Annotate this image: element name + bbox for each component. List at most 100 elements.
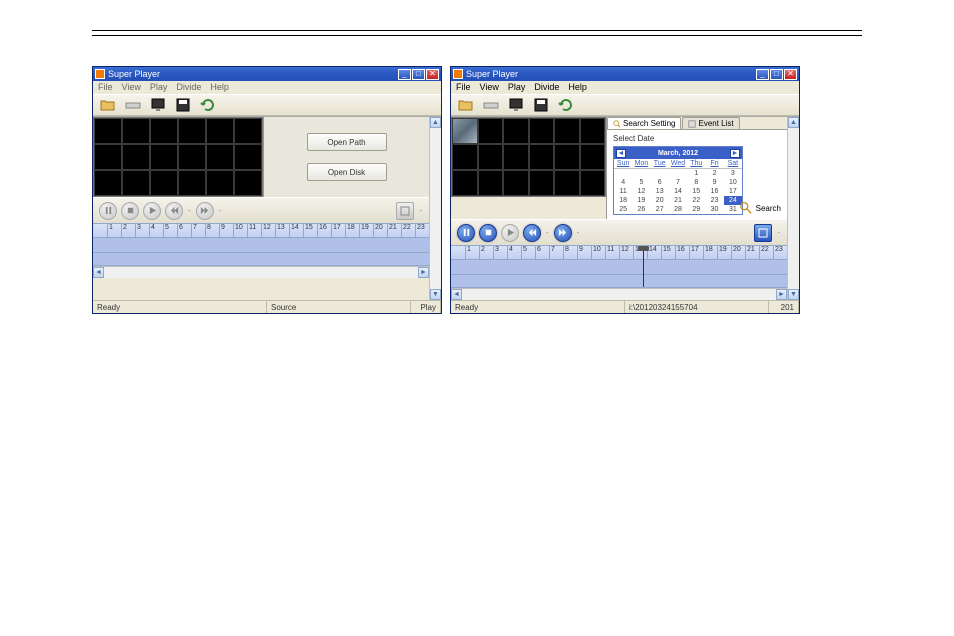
- grid-cell[interactable]: [554, 144, 580, 170]
- refresh-icon[interactable]: [198, 96, 218, 114]
- scroll-up-icon[interactable]: ▲: [430, 117, 441, 128]
- grid-cell[interactable]: [178, 170, 206, 196]
- rewind-button[interactable]: [523, 224, 541, 242]
- menu-file[interactable]: File: [456, 82, 471, 93]
- next-month-button[interactable]: ►: [730, 149, 740, 158]
- tab-search-setting[interactable]: Search Setting: [607, 117, 681, 129]
- play-button[interactable]: [501, 224, 519, 242]
- grid-cell[interactable]: [206, 118, 234, 144]
- vertical-scrollbar[interactable]: ▲ ▼: [429, 117, 441, 300]
- grid-cell[interactable]: [122, 118, 150, 144]
- menu-play[interactable]: Play: [150, 82, 168, 93]
- stop-button[interactable]: [121, 202, 139, 220]
- forward-button[interactable]: [554, 224, 572, 242]
- calendar-day[interactable]: 3: [724, 169, 742, 178]
- open-folder-icon[interactable]: [456, 96, 476, 114]
- calendar-day[interactable]: 17: [724, 187, 742, 196]
- horizontal-scrollbar[interactable]: ◄ ►: [93, 266, 429, 278]
- calendar-day[interactable]: 23: [705, 196, 723, 205]
- scroll-down-icon[interactable]: ▼: [430, 289, 441, 300]
- grid-cell[interactable]: [206, 144, 234, 170]
- grid-cell[interactable]: [234, 170, 262, 196]
- calendar-day[interactable]: 29: [687, 205, 705, 214]
- calendar-day[interactable]: 13: [651, 187, 669, 196]
- calendar-day[interactable]: 28: [669, 205, 687, 214]
- grid-cell[interactable]: [206, 170, 234, 196]
- grid-cell[interactable]: [178, 118, 206, 144]
- pause-button[interactable]: [457, 224, 475, 242]
- save-icon[interactable]: [173, 96, 193, 114]
- rewind-button[interactable]: [165, 202, 183, 220]
- grid-cell[interactable]: [452, 170, 478, 196]
- calendar-day[interactable]: 6: [651, 178, 669, 187]
- menu-divide[interactable]: Divide: [176, 82, 201, 93]
- grid-cell[interactable]: [529, 118, 555, 144]
- grid-cell[interactable]: [503, 170, 529, 196]
- grid-cell[interactable]: [478, 144, 504, 170]
- calendar-day[interactable]: 7: [669, 178, 687, 187]
- timeline-tracks[interactable]: [93, 238, 429, 266]
- layout-button[interactable]: [396, 202, 414, 220]
- grid-cell[interactable]: [554, 170, 580, 196]
- calendar-grid[interactable]: SunMonTueWedThuFriSat1234567891011121314…: [614, 159, 742, 214]
- pause-button[interactable]: [99, 202, 117, 220]
- open-disk-button[interactable]: Open Disk: [307, 163, 387, 181]
- refresh-icon[interactable]: [556, 96, 576, 114]
- calendar-day[interactable]: 21: [669, 196, 687, 205]
- open-folder-icon[interactable]: [98, 96, 118, 114]
- scroll-down-icon[interactable]: ▼: [788, 289, 799, 300]
- calendar-day[interactable]: 4: [614, 178, 632, 187]
- scroll-left-icon[interactable]: ◄: [451, 289, 462, 300]
- scroll-right-icon[interactable]: ►: [776, 289, 787, 300]
- calendar-day[interactable]: 20: [651, 196, 669, 205]
- scroll-right-icon[interactable]: ►: [418, 267, 429, 278]
- menu-view[interactable]: View: [122, 82, 141, 93]
- vertical-scrollbar[interactable]: ▲ ▼: [787, 117, 799, 300]
- video-thumbnail[interactable]: [453, 119, 477, 143]
- calendar-day[interactable]: 16: [705, 187, 723, 196]
- grid-cell[interactable]: [529, 144, 555, 170]
- grid-cell[interactable]: [580, 118, 606, 144]
- horizontal-scrollbar[interactable]: ◄ ►: [451, 288, 787, 300]
- grid-cell[interactable]: [452, 118, 478, 144]
- calendar-day[interactable]: 5: [632, 178, 650, 187]
- drive-icon[interactable]: [481, 96, 501, 114]
- grid-cell[interactable]: [452, 144, 478, 170]
- calendar-day[interactable]: 14: [669, 187, 687, 196]
- grid-cell[interactable]: [94, 170, 122, 196]
- calendar[interactable]: ◄ March, 2012 ► SunMonTueWedThuFriSat123…: [613, 146, 743, 215]
- timeline-ruler[interactable]: 1234567891011121314151617181920212223: [451, 246, 787, 260]
- grid-cell[interactable]: [234, 118, 262, 144]
- calendar-day[interactable]: 12: [632, 187, 650, 196]
- layout-button[interactable]: [754, 224, 772, 242]
- menu-view[interactable]: View: [480, 82, 499, 93]
- grid-cell[interactable]: [150, 144, 178, 170]
- monitor-icon[interactable]: [506, 96, 526, 114]
- calendar-day[interactable]: 2: [705, 169, 723, 178]
- monitor-icon[interactable]: [148, 96, 168, 114]
- grid-cell[interactable]: [150, 170, 178, 196]
- play-button[interactable]: [143, 202, 161, 220]
- close-button[interactable]: ✕: [784, 69, 797, 80]
- grid-cell[interactable]: [150, 118, 178, 144]
- menu-file[interactable]: File: [98, 82, 113, 93]
- save-icon[interactable]: [531, 96, 551, 114]
- grid-cell[interactable]: [503, 144, 529, 170]
- video-grid[interactable]: [451, 117, 606, 197]
- timeline-ruler[interactable]: 1234567891011121314151617181920212223: [93, 224, 429, 238]
- open-path-button[interactable]: Open Path: [307, 133, 387, 151]
- tab-event-list[interactable]: Event List: [682, 117, 739, 129]
- minimize-button[interactable]: _: [756, 69, 769, 80]
- timeline-tracks[interactable]: [451, 260, 787, 288]
- calendar-day[interactable]: 18: [614, 196, 632, 205]
- drive-icon[interactable]: [123, 96, 143, 114]
- grid-cell[interactable]: [580, 144, 606, 170]
- minimize-button[interactable]: _: [398, 69, 411, 80]
- timeline[interactable]: 1234567891011121314151617181920212223 ◄ …: [93, 223, 429, 278]
- calendar-day[interactable]: 8: [687, 178, 705, 187]
- search-action[interactable]: Search: [739, 201, 781, 215]
- grid-cell[interactable]: [478, 170, 504, 196]
- calendar-day[interactable]: 1: [687, 169, 705, 178]
- menu-help[interactable]: Help: [210, 82, 229, 93]
- grid-cell[interactable]: [554, 118, 580, 144]
